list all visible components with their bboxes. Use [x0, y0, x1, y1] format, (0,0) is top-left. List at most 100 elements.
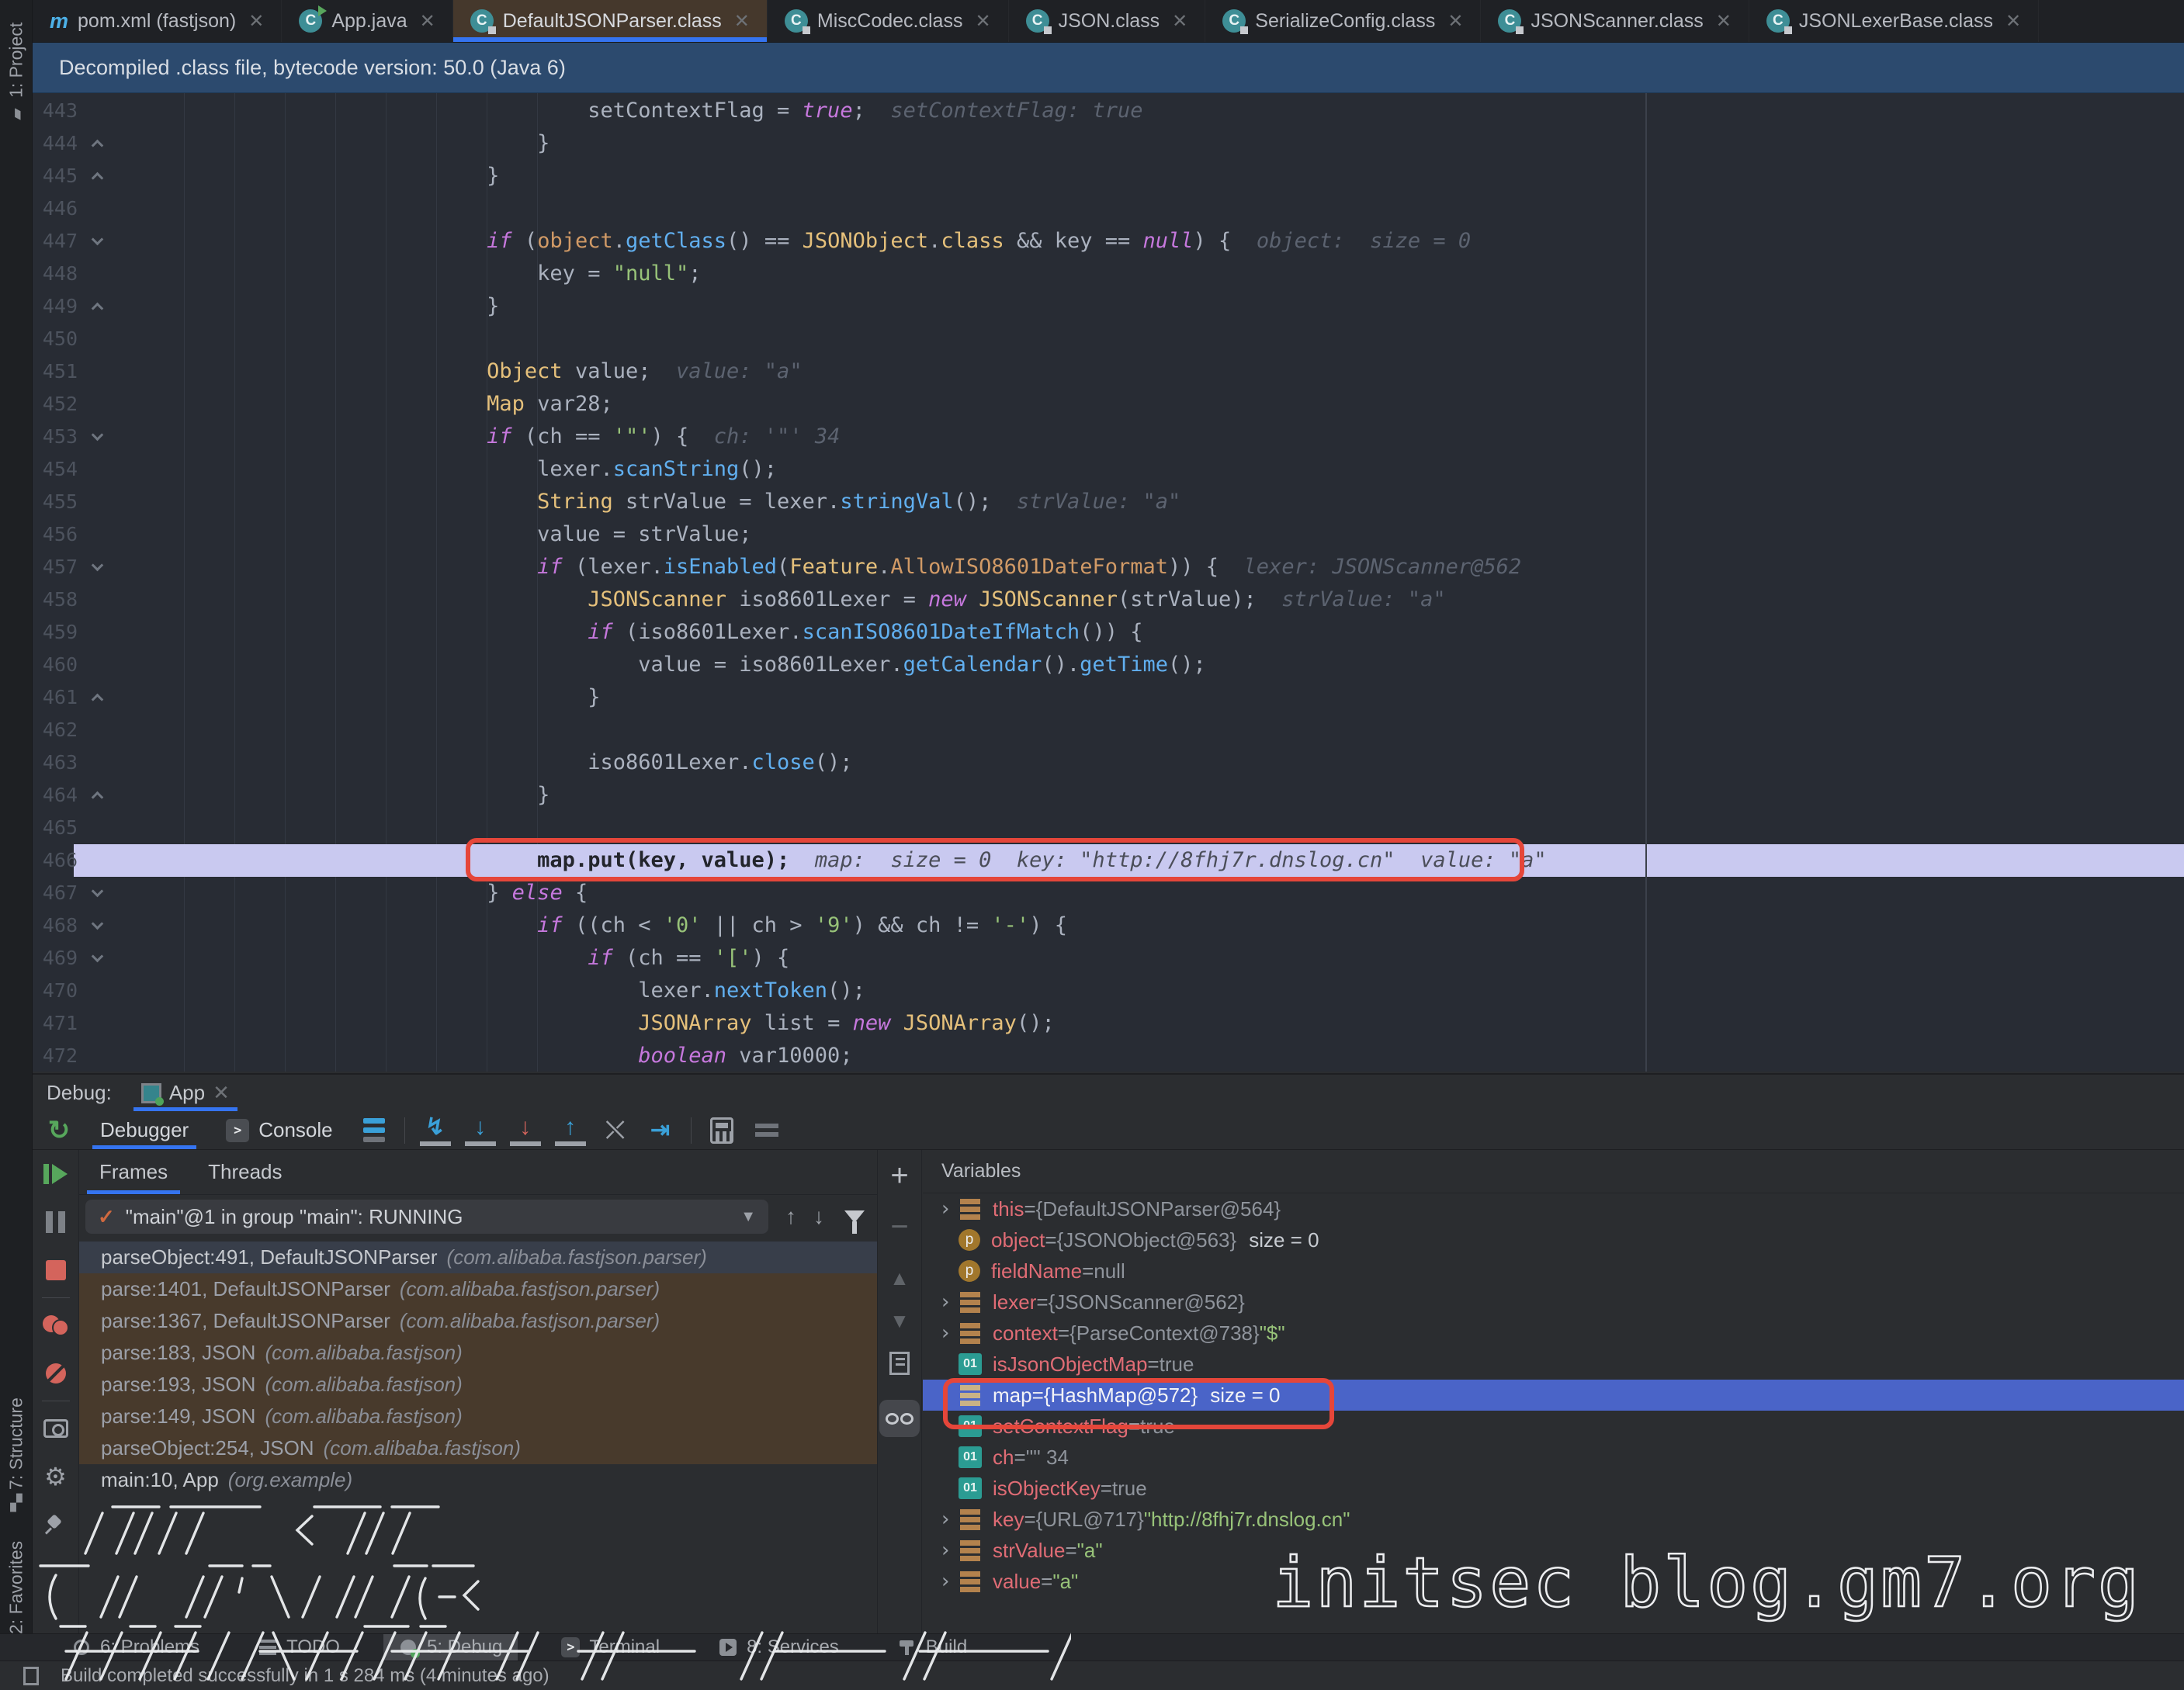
fold-down-icon[interactable]	[92, 429, 104, 442]
code-editor[interactable]: 443 setContextFlag = true; setContextFla…	[33, 93, 2184, 1072]
step-over-button[interactable]: ↓	[465, 1115, 496, 1146]
show-execution-point-button[interactable]: ↯	[420, 1115, 451, 1146]
new-watch-button[interactable]: +	[878, 1150, 921, 1201]
variable-row[interactable]: ›lexer = {JSONScanner@562}	[923, 1287, 2184, 1318]
close-icon[interactable]: ✕	[2005, 10, 2021, 33]
stack-frame[interactable]: parse:149, JSON(com.alibaba.fastjson)	[79, 1401, 877, 1432]
expand-chevron-icon[interactable]: ›	[932, 1539, 959, 1562]
editor-tab[interactable]: CDefaultJSONParser.class✕	[453, 0, 768, 42]
code-line[interactable]: 456 value = strValue;	[33, 518, 2184, 551]
variable-row[interactable]: ›this = {DefaultJSONParser@564}	[923, 1193, 2184, 1224]
code-line[interactable]: 468 if ((ch < '0' || ch > '9') && ch != …	[33, 909, 2184, 942]
toolwindow-button-terminal[interactable]: >Terminal	[546, 1634, 675, 1661]
fold-down-icon[interactable]	[92, 234, 104, 246]
code-line[interactable]: 453 if (ch == '"') { ch: '"' 34	[33, 421, 2184, 453]
toolwindow-button-debug[interactable]: 5: Debug	[383, 1634, 518, 1661]
close-icon[interactable]: ✕	[1716, 10, 1732, 33]
code-line[interactable]: 444 }	[33, 127, 2184, 160]
code-line[interactable]: 461 }	[33, 681, 2184, 714]
expand-chevron-icon[interactable]: ›	[932, 1290, 959, 1314]
editor-tab[interactable]: CJSONLexerBase.class✕	[1749, 0, 2039, 42]
move-watch-down-button[interactable]: ▼	[878, 1304, 921, 1338]
close-icon[interactable]: ✕	[734, 10, 750, 33]
variable-row[interactable]: pobject = {JSONObject@563}size = 0	[923, 1224, 2184, 1255]
close-icon[interactable]: ✕	[248, 10, 264, 33]
close-icon[interactable]: ✕	[420, 10, 435, 33]
prev-frame-icon[interactable]: ↑	[785, 1204, 796, 1229]
stack-frame[interactable]: parse:1401, DefaultJSONParser(com.alibab…	[79, 1273, 877, 1305]
toolwindow-button-todo[interactable]: TODO	[243, 1634, 355, 1661]
fold-up-icon[interactable]	[92, 172, 104, 185]
code-line[interactable]: 463 iso8601Lexer.close();	[33, 746, 2184, 779]
mute-breakpoints-button[interactable]	[33, 1349, 78, 1397]
code-line[interactable]: 454 lexer.scanString();	[33, 453, 2184, 486]
close-icon[interactable]: ✕	[975, 10, 990, 33]
fold-down-icon[interactable]	[92, 918, 104, 930]
sidebar-item-project[interactable]: ▰ 1: Project	[0, 11, 33, 135]
fold-up-icon[interactable]	[92, 140, 104, 152]
fold-up-icon[interactable]	[92, 694, 104, 706]
pin-button[interactable]	[33, 1501, 78, 1549]
code-line[interactable]: 452 Map var28;	[33, 388, 2184, 421]
expand-chevron-icon[interactable]: ›	[932, 1321, 959, 1345]
expand-chevron-icon[interactable]: ›	[932, 1197, 959, 1221]
layout-options-icon[interactable]	[359, 1115, 390, 1146]
close-icon[interactable]: ✕	[1447, 10, 1463, 33]
toolwindow-button-problems[interactable]: 6: Problems	[57, 1634, 215, 1661]
code-line[interactable]: 470 lexer.nextToken();	[33, 975, 2184, 1007]
tab-debugger[interactable]: Debugger	[81, 1111, 207, 1149]
tab-console[interactable]: > Console	[207, 1111, 351, 1149]
duplicate-watch-button[interactable]	[878, 1338, 921, 1389]
variable-row[interactable]: 01isObjectKey = true	[923, 1473, 2184, 1504]
variable-row[interactable]: 01ch = '"' 34	[923, 1442, 2184, 1473]
next-frame-icon[interactable]: ↓	[813, 1204, 824, 1229]
editor-tab[interactable]: CMiscCodec.class✕	[768, 0, 1009, 42]
resume-button[interactable]	[33, 1150, 78, 1198]
step-out-button[interactable]: ↑	[555, 1115, 586, 1146]
fold-down-icon[interactable]	[92, 885, 104, 898]
stack-frame[interactable]: parse:193, JSON(com.alibaba.fastjson)	[79, 1369, 877, 1401]
close-icon[interactable]: ✕	[213, 1081, 230, 1105]
pause-button[interactable]	[33, 1198, 78, 1246]
step-into-button[interactable]: ↓	[510, 1115, 541, 1146]
drop-frame-button[interactable]: ⤬	[600, 1115, 631, 1146]
code-line[interactable]: 455 String strValue = lexer.stringVal();…	[33, 486, 2184, 518]
settings-layout-button[interactable]	[751, 1115, 782, 1146]
code-line[interactable]: 448 key = "null";	[33, 258, 2184, 290]
evaluate-expression-button[interactable]	[706, 1115, 737, 1146]
code-line[interactable]: 449 }	[33, 290, 2184, 323]
toolwindow-button-build[interactable]: Build	[882, 1634, 983, 1661]
toolwindow-button-services[interactable]: 8: Services	[703, 1634, 855, 1661]
code-line[interactable]: 472 boolean var10000;	[33, 1040, 2184, 1072]
settings-gear-button[interactable]: ⚙	[33, 1453, 78, 1501]
editor-tab[interactable]: CApp.java✕	[282, 0, 452, 42]
stack-frame[interactable]: parse:1367, DefaultJSONParser(com.alibab…	[79, 1305, 877, 1337]
run-to-cursor-button[interactable]: ⇥	[645, 1115, 676, 1146]
code-line[interactable]: 460 value = iso8601Lexer.getCalendar().g…	[33, 649, 2184, 681]
stack-frame[interactable]: parseObject:491, DefaultJSONParser(com.a…	[79, 1242, 877, 1273]
code-line[interactable]: 451 Object value; value: "a"	[33, 355, 2184, 388]
code-line[interactable]: 462	[33, 714, 2184, 746]
code-line[interactable]: 447 if (object.getClass() == JSONObject.…	[33, 225, 2184, 258]
editor-tab[interactable]: CSerializeConfig.class✕	[1205, 0, 1481, 42]
expand-chevron-icon[interactable]: ›	[932, 1508, 959, 1531]
move-watch-up-button[interactable]: ▲	[878, 1252, 921, 1304]
editor-tab[interactable]: CJSONScanner.class✕	[1481, 0, 1749, 42]
sidebar-item-structure[interactable]: ▞ 7: Structure	[0, 1380, 33, 1527]
fold-down-icon[interactable]	[92, 951, 104, 963]
remove-watch-button[interactable]: −	[878, 1201, 921, 1252]
view-breakpoints-button[interactable]	[33, 1301, 78, 1349]
show-watches-button[interactable]	[878, 1389, 921, 1448]
stop-button[interactable]	[33, 1246, 78, 1294]
editor-tab[interactable]: CJSON.class✕	[1009, 0, 1206, 42]
close-icon[interactable]: ✕	[1172, 10, 1187, 33]
code-line[interactable]: 450	[33, 323, 2184, 355]
fold-up-icon[interactable]	[92, 303, 104, 315]
code-line[interactable]: 446	[33, 192, 2184, 225]
tab-frames[interactable]: Frames	[79, 1150, 188, 1194]
code-line[interactable]: 457 if (lexer.isEnabled(Feature.AllowISO…	[33, 551, 2184, 584]
code-line[interactable]: 467 } else {	[33, 877, 2184, 909]
debug-session-tab[interactable]: App ✕	[133, 1075, 237, 1111]
variable-row[interactable]: ›context = {ParseContext@738} "$"	[923, 1318, 2184, 1349]
variable-row[interactable]: 01isJsonObjectMap = true	[923, 1349, 2184, 1380]
